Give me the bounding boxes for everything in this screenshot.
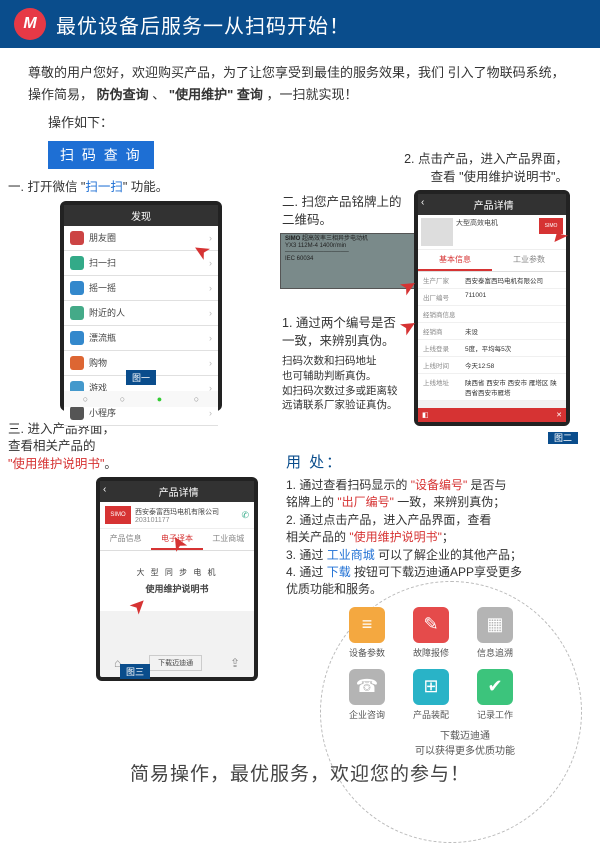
phone2-title: 大型高效电机 xyxy=(453,218,539,246)
product-image xyxy=(421,218,453,246)
intro-tail: ，一扫就实现！ xyxy=(267,87,358,102)
simo-logo-icon: SIMO xyxy=(105,506,131,524)
phone3-doc-sub: 使用维护说明书 xyxy=(104,582,250,595)
nav-me-icon: ○ xyxy=(194,394,199,404)
step-1-text: 一. 打开微信 "扫一扫" 功能。 xyxy=(8,179,274,197)
nav-discover-icon: ● xyxy=(157,394,162,404)
step2-top: 2. 点击产品，进入产品界面， 查看 "使用维护说明书"。 xyxy=(282,151,588,186)
discover-list-item: 附近的人› xyxy=(64,301,218,326)
brand-logo-icon: M xyxy=(14,8,46,40)
share-icon: ⇪ xyxy=(230,656,240,670)
intro-sep: 、 xyxy=(152,87,165,102)
usage-block: 用 处： 1. 通过查看扫码显示的 "设备编号" 是否与 铭牌上的 "出厂编号"… xyxy=(280,450,590,600)
feature-icon-设备参数: ≡设备参数 xyxy=(340,607,394,659)
discover-list-item: 漂流瓶› xyxy=(64,326,218,351)
step-3-text: 三. 进入产品界面， 查看相关产品的 "使用维护说明书"。 xyxy=(8,421,274,474)
nav-contact-icon: ○ xyxy=(120,394,125,404)
feature-icon-故障报修: ✎故障报修 xyxy=(404,607,458,659)
feature-icon-记录工作: ✔记录工作 xyxy=(468,669,522,721)
phone2-tag: 图二 xyxy=(548,432,578,444)
phone2-header: ‹产品详情 xyxy=(418,194,566,215)
tab-basic: 基本信息 xyxy=(418,250,492,271)
detail-row: 生产厂家西安泰富西玛电机有限公司 xyxy=(418,272,566,289)
phone-mock-wechat-discover: 发现 朋友圈›扫一扫›摇一摇›附近的人›漂流瓶›购物›游戏›小程序› 图一 ○ … xyxy=(60,201,222,411)
step-2-text: 二. 扫您产品铭牌上的 二维码。 xyxy=(282,194,408,229)
intro-highlight-2: "使用维护" 查询 xyxy=(169,87,263,102)
phone-mock-product-doc: ‹产品详情 SIMO 西安泰富西玛电机有限公司 203101177 ✆ 产品信息… xyxy=(96,477,258,681)
feature-icon-企业咨询: ☎企业咨询 xyxy=(340,669,394,721)
phone-mock-product-detail: ‹产品详情 大型高效电机 SIMO 基本信息 工业参数 生产厂家西安泰富西玛电机… xyxy=(414,190,570,426)
footer-slogan: 简易操作，最优服务，欢迎您的参与！ xyxy=(0,757,600,796)
close-icon: ✕ xyxy=(556,411,562,419)
detail-row: 上线地址陕西省 西安市 西安市 雁塔区 陕西省西安市雁塔 xyxy=(418,374,566,401)
tab-industrial: 工业参数 xyxy=(492,250,566,271)
step2b-text: 1. 通过两个编号是否 一致，来辨别真伪。 xyxy=(282,315,408,350)
phone3-company: 西安泰富西玛电机有限公司 xyxy=(135,507,219,517)
detail-row: 上线登录5度，平均每5次 xyxy=(418,340,566,357)
feature-icon-产品装配: ⊞产品装配 xyxy=(404,669,458,721)
detail-row: 上线时间今天12:58 xyxy=(418,357,566,374)
usage-title: 用 处： xyxy=(286,452,584,474)
column-right: 2. 点击产品，进入产品界面， 查看 "使用维护说明书"。 二. 扫您产品铭牌上… xyxy=(280,175,590,756)
phone1-tag: 图一 xyxy=(126,370,156,385)
section-title-scan: 扫 码 查 询 xyxy=(48,141,154,169)
phone2-bottom-icon: ◧ xyxy=(422,411,429,419)
intro-highlight-1: 防伪查询 xyxy=(97,87,149,102)
phone3-header: ‹产品详情 xyxy=(100,481,254,502)
intro-follow: 操作如下： xyxy=(0,112,600,131)
banner: M 最优设备后服务一从扫码开始！ xyxy=(0,0,600,48)
main-columns: 一. 打开微信 "扫一扫" 功能。 发现 朋友圈›扫一扫›摇一摇›附近的人›漂流… xyxy=(0,175,600,756)
icon-footer: 下载迈迪通可以获得更多优质功能 xyxy=(340,727,590,757)
column-left: 一. 打开微信 "扫一扫" 功能。 发现 朋友圈›扫一扫›摇一摇›附近的人›漂流… xyxy=(6,175,276,756)
detail-row: 经销商信息 xyxy=(418,306,566,323)
detail-row: 经销商未设 xyxy=(418,323,566,340)
step2b-extra: 扫码次数和扫码地址 也可辅助判断真伪。 如扫码次数过多或距离较 远请联系厂家验证… xyxy=(282,354,408,413)
feature-icon-信息追溯: ▦信息追溯 xyxy=(468,607,522,659)
discover-list-item: 摇一摇› xyxy=(64,276,218,301)
tab-product-info: 产品信息 xyxy=(100,529,151,550)
phone3-tag: 图三 xyxy=(120,664,150,679)
intro-paragraph: 尊敬的用户您好，欢迎购买产品，为了让您享受到最佳的服务效果，我们 引入了物联码系… xyxy=(0,48,600,112)
detail-row: 出厂编号711001 xyxy=(418,289,566,306)
phone3-doc-title: 大 型 同 步 电 机 xyxy=(104,567,250,578)
phone3-call-icon: ✆ xyxy=(241,510,249,521)
tab-mall: 工业商城 xyxy=(203,529,254,550)
phone1-header: 发现 xyxy=(64,205,218,226)
intro-text-1: 尊敬的用户您好，欢迎购买产品，为了让您享受到最佳的服务效果，我们 xyxy=(28,65,444,80)
download-button: 下载迈迪通 xyxy=(149,655,202,671)
feature-icon-grid: ≡设备参数✎故障报修▦信息追溯 ☎企业咨询⊞产品装配✔记录工作 xyxy=(330,601,590,727)
banner-title: 最优设备后服务一从扫码开始！ xyxy=(56,10,350,39)
phone3-code: 203101177 xyxy=(135,517,219,524)
nav-chat-icon: ○ xyxy=(83,394,88,404)
